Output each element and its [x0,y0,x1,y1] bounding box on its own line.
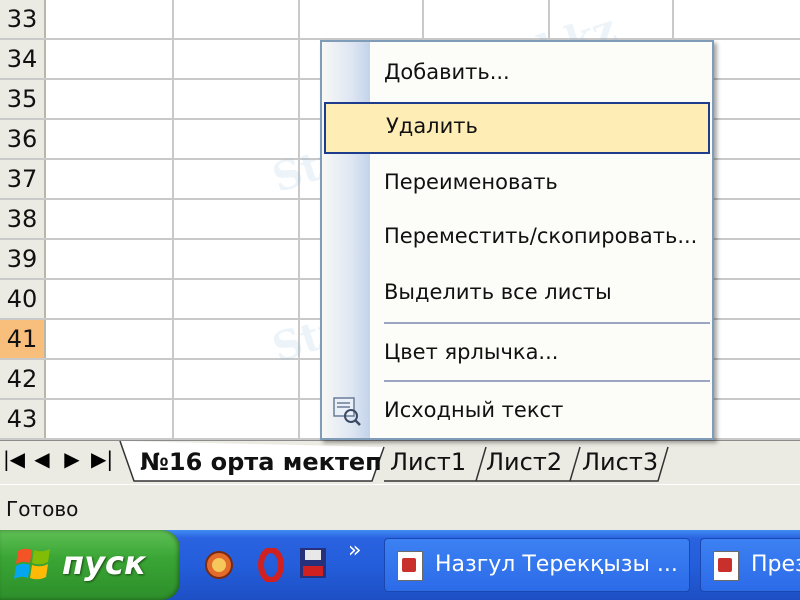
menu-item-label: Выделить все листы [384,280,612,304]
row-header-selected[interactable]: 41 [0,320,46,358]
menu-item-select-all-sheets[interactable]: Выделить все листы [322,268,712,320]
view-code-icon [333,397,361,426]
menu-item-view-code[interactable]: Исходный текст [322,386,712,438]
taskbar-window-button[interactable]: Назгул Терекқызы ... [384,538,690,592]
menu-item-label: Удалить [386,114,478,138]
taskbar: пуск » Назгул Терекқызы ... През [0,530,800,600]
document-icon [713,551,739,581]
start-label: пуск [62,544,146,582]
row-header[interactable]: 40 [0,280,46,318]
menu-item-label: Переименовать [384,170,558,194]
save-disk-icon[interactable] [298,546,328,580]
browser-icon[interactable] [204,550,234,580]
taskbar-window-button[interactable]: През [700,538,800,592]
taskbar-button-label: Назгул Терекқызы ... [435,552,678,577]
menu-item-label: Исходный текст [384,398,564,422]
menu-item-label: Добавить... [384,60,510,84]
grid-row[interactable]: 33 [0,0,800,40]
row-header[interactable]: 38 [0,200,46,238]
windows-logo-icon [14,548,50,580]
opera-icon[interactable] [258,548,284,582]
row-header[interactable]: 43 [0,400,46,438]
sheet-context-menu: Добавить... Удалить Переименовать Переме… [320,40,714,440]
menu-item-rename[interactable]: Переименовать [322,158,712,210]
menu-item-label: Переместить/скопировать... [384,224,698,248]
row-header[interactable]: 34 [0,40,46,78]
menu-item-tab-color[interactable]: Цвет ярлычка... [322,328,712,380]
sheet-tab[interactable]: Лист1 [390,445,466,479]
sheet-tab-active[interactable]: №16 орта мектеп [140,445,382,479]
menu-item-label: Цвет ярлычка... [384,340,559,364]
row-header[interactable]: 33 [0,0,46,38]
chevron-icon[interactable]: » [348,538,361,563]
menu-item-delete[interactable]: Удалить [324,102,710,154]
sheet-tab[interactable]: Лист2 [486,445,562,479]
menu-separator [384,380,710,382]
row-header[interactable]: 36 [0,120,46,158]
menu-item-insert[interactable]: Добавить... [322,48,712,100]
row-header[interactable]: 35 [0,80,46,118]
row-header[interactable]: 37 [0,160,46,198]
row-header[interactable]: 39 [0,240,46,278]
document-icon [397,551,423,581]
sheet-tab[interactable]: Лист3 [582,445,658,479]
sheet-tab-bar: |◀ ◀ ▶ ▶| №16 орта мектеп Лист1 Лист2 Ли… [0,440,800,485]
start-button[interactable]: пуск [0,530,180,600]
status-text: Готово [6,497,79,521]
menu-separator [384,322,710,324]
row-header[interactable]: 42 [0,360,46,398]
taskbar-button-label: През [751,552,800,577]
status-bar: Готово [0,484,800,531]
menu-item-move-copy[interactable]: Переместить/скопировать... [322,212,712,264]
